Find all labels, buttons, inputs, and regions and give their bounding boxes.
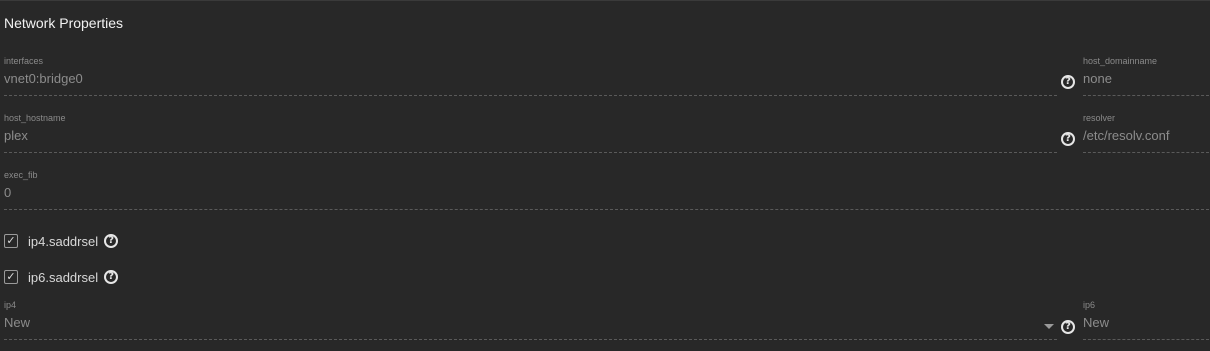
help-icon[interactable]: ? <box>1061 75 1075 89</box>
ip6-value[interactable]: New <box>1083 315 1109 330</box>
ip6-saddrsel-checkbox[interactable]: ✓ <box>4 270 18 284</box>
resolver-label: resolver <box>1083 113 1116 123</box>
host-domainname-field[interactable]: host_domainname none <box>1083 56 1209 96</box>
help-icon[interactable]: ? <box>104 234 119 248</box>
exec-fib-label: exec_fib <box>4 170 38 180</box>
ip4-label: ip4 <box>4 300 17 310</box>
check-icon: ✓ <box>6 270 16 283</box>
section-title: Network Properties <box>4 15 124 31</box>
network-properties-card: Network Properties interfaces vnet0:brid… <box>0 0 1210 351</box>
help-icon[interactable]: ? <box>1061 320 1075 334</box>
check-icon: ✓ <box>6 234 16 247</box>
host-hostname-value[interactable]: plex <box>4 128 28 143</box>
ip4-select[interactable]: ip4 New <box>4 300 1057 340</box>
ip4-saddrsel-checkbox[interactable]: ✓ <box>4 234 18 248</box>
ip4-saddrsel-row[interactable]: ✓ ip4.saddrsel ? <box>4 232 119 250</box>
ip6-field[interactable]: ip6 New <box>1083 300 1209 340</box>
host-hostname-field[interactable]: host_hostname plex <box>4 113 1057 153</box>
exec-fib-value[interactable]: 0 <box>4 185 11 200</box>
interfaces-field[interactable]: interfaces vnet0:bridge0 <box>4 56 1057 96</box>
host-hostname-label: host_hostname <box>4 113 66 123</box>
interfaces-label: interfaces <box>4 56 44 66</box>
ip6-label: ip6 <box>1083 300 1096 310</box>
ip6-saddrsel-label[interactable]: ip6.saddrsel <box>28 270 98 285</box>
ip4-saddrsel-label[interactable]: ip4.saddrsel <box>28 234 98 249</box>
caret-down-icon[interactable] <box>1044 324 1054 329</box>
help-icon[interactable]: ? <box>1061 132 1075 146</box>
host-domainname-value[interactable]: none <box>1083 71 1112 86</box>
resolver-field[interactable]: resolver /etc/resolv.conf <box>1083 113 1209 153</box>
host-domainname-label: host_domainname <box>1083 56 1158 66</box>
ip6-saddrsel-row[interactable]: ✓ ip6.saddrsel ? <box>4 268 119 286</box>
resolver-value[interactable]: /etc/resolv.conf <box>1083 128 1169 143</box>
interfaces-value[interactable]: vnet0:bridge0 <box>4 71 83 86</box>
exec-fib-field[interactable]: exec_fib 0 <box>4 170 1209 210</box>
ip4-value[interactable]: New <box>4 315 30 330</box>
help-icon[interactable]: ? <box>104 270 119 284</box>
